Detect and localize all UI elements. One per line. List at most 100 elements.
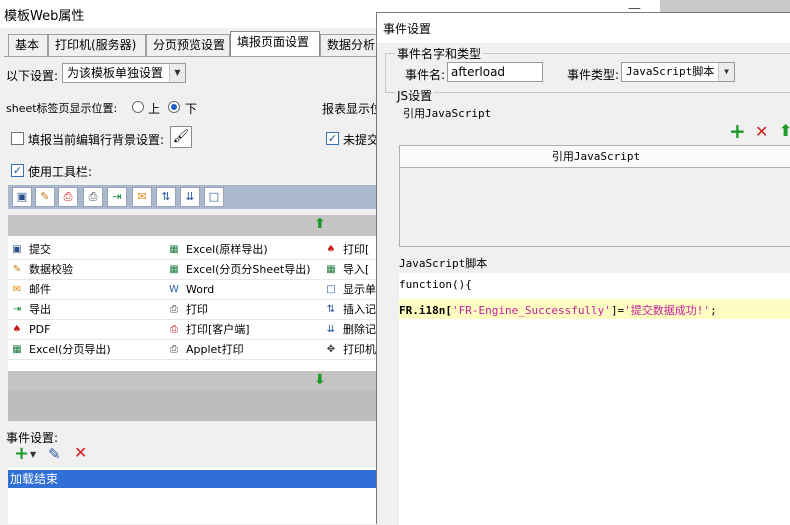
ref-js-column-header: 引用JavaScript <box>400 146 790 168</box>
list-item[interactable]: ⇊ 删除记 <box>322 320 380 340</box>
event-name-label: 事件名: <box>405 68 446 82</box>
blank-icon[interactable]: □ <box>204 187 224 207</box>
list-item[interactable]: ▦ Excel(原样导出) <box>165 240 321 260</box>
js-code-editor[interactable]: function(){ FR.i18n['FR-Engine_Successfu… <box>399 273 790 525</box>
list-item[interactable]: ♠ PDF <box>8 320 164 340</box>
list-item[interactable]: ✥ 打印机 <box>322 340 380 360</box>
window-title: 模板Web属性 <box>4 9 85 24</box>
event-type-value: JavaScript脚本 <box>626 65 715 78</box>
js-settings-group-label: JS设置 <box>395 87 435 104</box>
pencil-icon[interactable]: ✎ <box>35 187 55 207</box>
event-type-label: 事件类型: <box>567 68 620 82</box>
printer-icon[interactable]: ⎙ <box>83 187 103 207</box>
toolbar-empty-area <box>8 391 380 421</box>
arrow-up-icon[interactable]: ⬆ <box>779 121 790 141</box>
arrow-down-icon[interactable]: ⬇ <box>314 372 326 388</box>
save-icon: ▣ <box>12 244 22 255</box>
event-settings-dialog: 事件设置 事件名字和类型 事件名: afterload 事件类型: JavaSc… <box>376 12 790 525</box>
add-event-icon[interactable]: + <box>14 445 29 463</box>
event-type-combo[interactable]: JavaScript脚本 ▼ <box>621 62 735 82</box>
radio-top-label: 上 <box>148 102 161 116</box>
code-line-1: function(){ <box>399 278 472 291</box>
print-client-icon[interactable]: ⎙ <box>58 187 78 207</box>
mail-icon[interactable]: ✉ <box>132 187 152 207</box>
blank-icon: □ <box>326 284 336 295</box>
settings-combo[interactable]: 为该模板单独设置 ▼ <box>62 63 186 83</box>
list-item[interactable]: ✎ 数据校验 <box>8 260 164 280</box>
tab-printer-server[interactable]: 打印机(服务器) <box>48 34 146 56</box>
dialog-titlebar: 事件设置 <box>377 13 790 43</box>
arrow-up-icon[interactable]: ⬆ <box>314 216 326 232</box>
excel-icon: ▦ <box>326 264 336 275</box>
code-line-2: FR.i18n['FR-Engine_Successfully']='提交数据成… <box>399 299 790 319</box>
list-item[interactable]: ⎙ 打印[客户端] <box>165 320 321 340</box>
delete-ref-js-icon[interactable]: ✕ <box>755 123 768 141</box>
tab-page-preview[interactable]: 分页预览设置 <box>146 34 230 56</box>
chevron-down-icon[interactable]: ▼ <box>30 450 36 459</box>
paint-bucket-icon[interactable]: 🖌 <box>170 126 192 148</box>
tab-data-analysis[interactable]: 数据分析 <box>320 34 382 56</box>
settings-label: 以下设置: <box>6 69 59 83</box>
list-item[interactable]: W Word <box>165 280 321 300</box>
event-row[interactable]: 加载结束 <box>8 470 380 488</box>
add-ref-js-icon[interactable]: + <box>729 121 746 141</box>
event-name-type-group-label: 事件名字和类型 <box>395 45 484 62</box>
list-item[interactable]: ⎙ Applet打印 <box>165 340 321 360</box>
list-item[interactable]: ⇥ 导出 <box>8 300 164 320</box>
excel-icon: ▦ <box>169 264 179 275</box>
delete-row-icon[interactable]: ⇊ <box>180 187 200 207</box>
list-item[interactable]: □ 显示单 <box>322 280 380 300</box>
sheet-position-label: sheet标签页显示位置: <box>6 102 118 115</box>
delete-event-icon[interactable]: ✕ <box>74 445 87 461</box>
mail-icon: ✉ <box>12 284 22 295</box>
edit-event-icon[interactable]: ✎ <box>48 446 61 462</box>
radio-top[interactable] <box>132 101 144 113</box>
unsubmitted-checkbox[interactable]: ✓ <box>326 132 339 145</box>
code-assign: ]= <box>610 304 625 317</box>
export-icon[interactable]: ⇥ <box>107 187 127 207</box>
applet-print-icon: ⎙ <box>170 344 178 355</box>
tab-fill-page-settings[interactable]: 填报页面设置 <box>230 31 320 57</box>
minimize-icon[interactable]: — <box>628 1 641 16</box>
dialog-title: 事件设置 <box>383 22 432 36</box>
js-script-label: JavaScript脚本 <box>397 255 490 271</box>
insert-row-icon[interactable]: ⇅ <box>156 187 176 207</box>
list-item[interactable]: ⎙ 打印 <box>165 300 321 320</box>
ref-js-table: 引用JavaScript <box>399 145 790 247</box>
report-display-label: 报表显示位 <box>322 102 383 116</box>
list-item[interactable]: ⇅ 插入记 <box>322 300 380 320</box>
list-item[interactable]: ▦ Excel(分页导出) <box>8 340 164 360</box>
list-item[interactable]: ✉ 邮件 <box>8 280 164 300</box>
chevron-down-icon: ▼ <box>718 63 734 81</box>
event-name-input[interactable]: afterload <box>447 62 543 82</box>
list-item[interactable]: ▦ Excel(分页分Sheet导出) <box>165 260 321 280</box>
tab-basic[interactable]: 基本 <box>8 34 48 56</box>
code-obj: FR.i18n[ <box>399 304 452 317</box>
pencil-icon: ✎ <box>12 264 22 275</box>
word-icon: W <box>169 284 179 295</box>
export-icon: ⇥ <box>12 304 22 315</box>
move-icon: ✥ <box>326 344 336 355</box>
radio-bottom-label: 下 <box>185 102 198 116</box>
bg-setting-label: 填报当前编辑行背景设置: <box>28 133 165 147</box>
move-up-bar[interactable]: ⬆ <box>8 215 380 236</box>
excel-icon: ▦ <box>169 244 179 255</box>
pdf-icon: ♠ <box>326 244 336 255</box>
print-client-icon: ⎙ <box>170 324 178 335</box>
list-item[interactable]: ♠ 打印[ <box>322 240 380 260</box>
save-icon[interactable]: ▣ <box>12 187 32 207</box>
pdf-icon: ♠ <box>12 324 22 335</box>
use-toolbar-checkbox[interactable]: ✓ <box>11 164 24 177</box>
bg-setting-checkbox[interactable] <box>11 132 24 145</box>
list-item[interactable]: ▣ 提交 <box>8 240 164 260</box>
delete-row-icon: ⇊ <box>326 324 336 335</box>
printer-icon: ⎙ <box>170 304 178 315</box>
toolbar-button-list: ▣ 提交 ✎ 数据校验 ✉ 邮件 ⇥ 导出 ♠ PDF ▦ Excel(分页导出) ▦ Exc… <box>8 236 380 371</box>
settings-combo-value: 为该模板单独设置 <box>67 66 164 80</box>
list-item[interactable]: ▦ 导入[ <box>322 260 380 280</box>
chevron-down-icon: ▼ <box>169 64 185 82</box>
code-key: 'FR-Engine_Successfully' <box>451 304 611 317</box>
move-down-bar[interactable]: ⬇ <box>8 371 380 391</box>
radio-bottom[interactable] <box>168 101 180 113</box>
insert-row-icon: ⇅ <box>326 304 336 315</box>
